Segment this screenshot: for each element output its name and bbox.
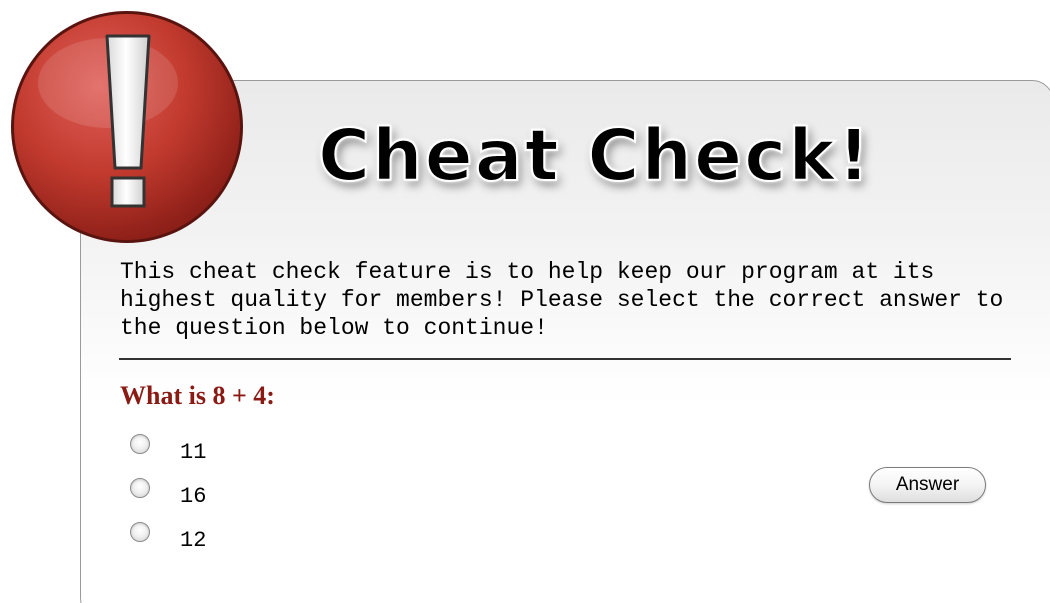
exclamation-alert-icon (11, 11, 243, 243)
radio-button[interactable] (130, 434, 150, 454)
option-12[interactable]: 12 (130, 514, 206, 558)
intro-text: This cheat check feature is to help keep… (120, 259, 1004, 341)
option-11[interactable]: 11 (130, 426, 206, 470)
option-label: 16 (180, 483, 207, 509)
option-label: 11 (180, 439, 207, 465)
answer-options: 11 16 12 (130, 426, 206, 558)
question-text: What is 8 + 4: (120, 381, 275, 410)
option-label: 12 (180, 527, 207, 553)
option-16[interactable]: 16 (130, 470, 206, 514)
cheat-check-dialog: Cheat Check! This cheat check feature is… (0, 0, 1050, 603)
dialog-title: Cheat Check! (317, 114, 872, 197)
radio-button[interactable] (130, 522, 150, 542)
radio-button[interactable] (130, 478, 150, 498)
answer-button[interactable]: Answer (869, 467, 986, 503)
divider (119, 358, 1011, 360)
